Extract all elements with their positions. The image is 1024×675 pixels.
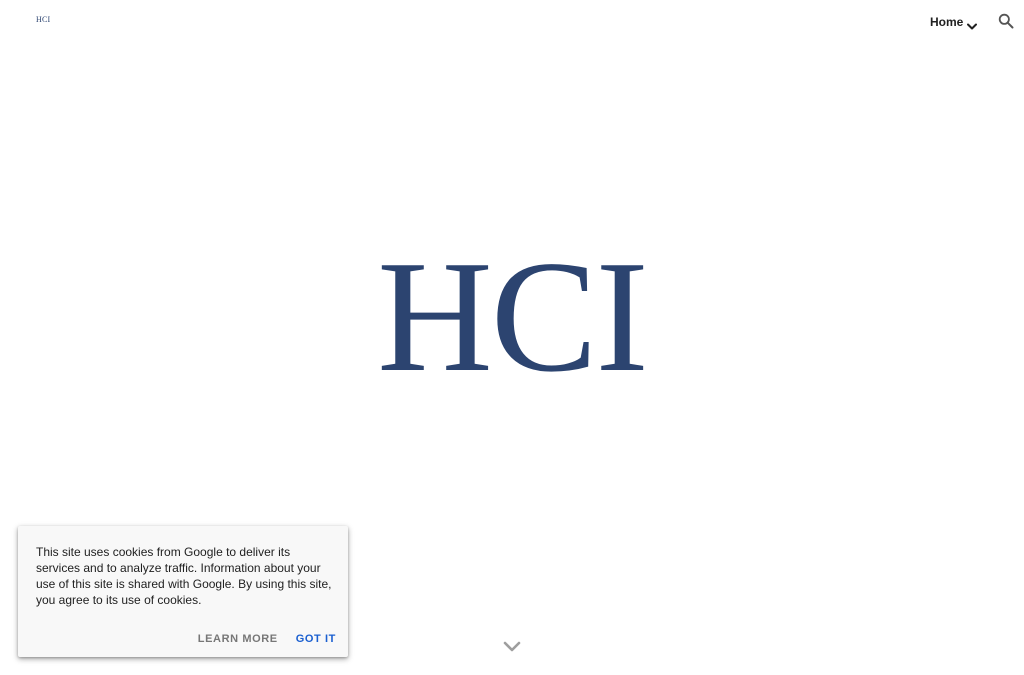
chevron-down-icon — [967, 18, 978, 30]
search-icon[interactable] — [998, 13, 1014, 29]
scroll-down-chevron-icon[interactable] — [502, 640, 522, 654]
site-logo[interactable]: HCI — [36, 15, 50, 24]
got-it-button[interactable]: GOT IT — [296, 633, 336, 645]
learn-more-button[interactable]: LEARN MORE — [198, 633, 278, 645]
cookie-actions: LEARN MORE GOT IT — [198, 633, 336, 645]
page: HCI Home HCI This site uses cookies from… — [0, 0, 1024, 675]
nav-home-dropdown[interactable]: Home — [930, 13, 978, 31]
cookie-message: This site uses cookies from Google to de… — [36, 545, 332, 607]
nav-home-label: Home — [930, 15, 964, 29]
hero-title: HCI — [377, 227, 649, 405]
site-header: HCI Home — [0, 0, 1024, 44]
cookie-consent-banner: This site uses cookies from Google to de… — [18, 526, 348, 657]
